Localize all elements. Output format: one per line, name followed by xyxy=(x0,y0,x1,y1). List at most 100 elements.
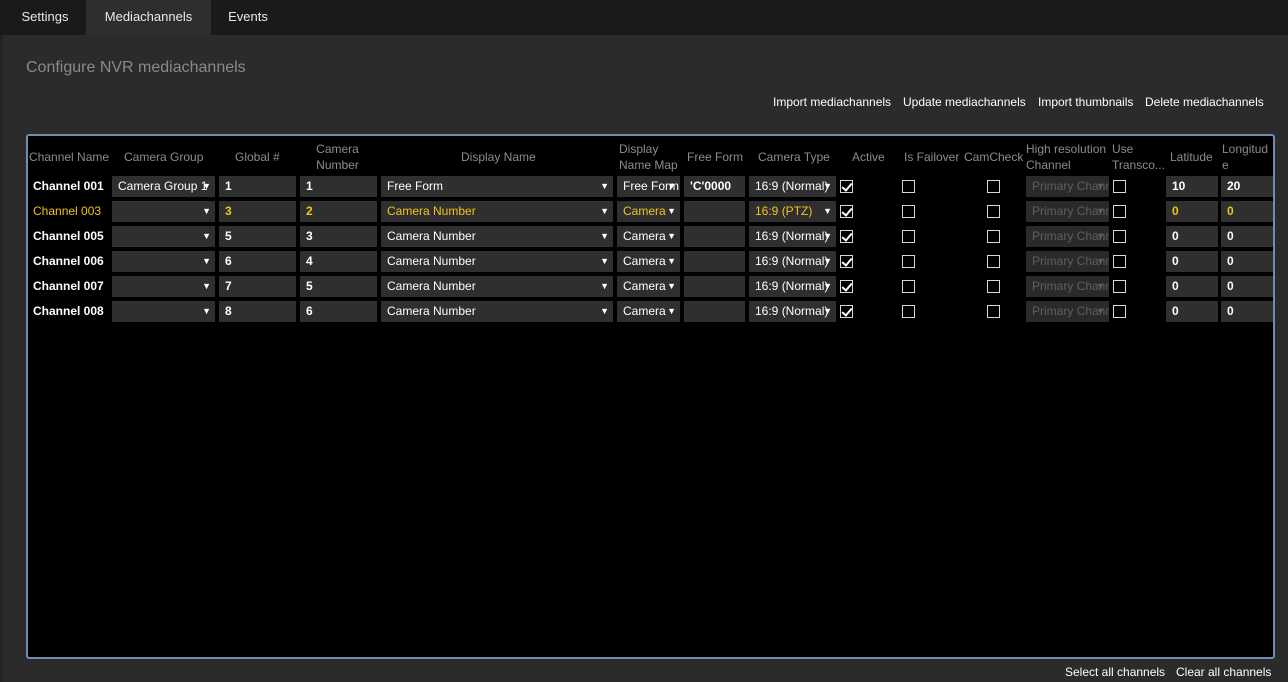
tab-events[interactable]: Events xyxy=(211,0,285,35)
latitude-input[interactable]: 0 xyxy=(1166,301,1218,322)
display-name-map-select[interactable]: Free Form ▼ xyxy=(617,176,680,197)
free-form-input[interactable] xyxy=(684,301,745,322)
delete-mediachannels-button[interactable]: Delete mediachannels xyxy=(1145,95,1264,111)
global-number-input[interactable]: 7 xyxy=(219,276,296,297)
free-form-input[interactable] xyxy=(684,276,745,297)
display-name-select[interactable]: Camera Number ▼ xyxy=(381,276,613,297)
active-checkbox[interactable] xyxy=(840,205,853,218)
table-row[interactable]: Channel 007 ▼ 7 5 Camera Number ▼ Camera ▼ 16:9 … xyxy=(28,276,1273,297)
use-transcoding-checkbox[interactable] xyxy=(1113,280,1126,293)
camera-number-input[interactable]: 5 xyxy=(300,276,377,297)
camera-group-select[interactable]: Camera Group 1 ▼ xyxy=(112,176,215,197)
longitude-input[interactable]: 0 xyxy=(1221,276,1273,297)
high-resolution-channel-select[interactable]: Primary Channel▼ xyxy=(1026,276,1109,297)
longitude-input[interactable]: 0 xyxy=(1221,251,1273,272)
camera-number-input[interactable]: 2 xyxy=(300,201,377,222)
table-row[interactable]: Channel 005 ▼ 5 3 Camera Number ▼ Camera ▼ 16:9 … xyxy=(28,226,1273,247)
display-name-map-select[interactable]: Camera ▼ xyxy=(617,251,680,272)
col-header-use-transcoding[interactable]: Use Transco... xyxy=(1112,141,1165,173)
camcheck-checkbox[interactable] xyxy=(987,280,1000,293)
high-resolution-channel-select[interactable]: Primary Channel▼ xyxy=(1026,226,1109,247)
global-number-input[interactable]: 8 xyxy=(219,301,296,322)
table-row[interactable]: Channel 008 ▼ 8 6 Camera Number ▼ Camera ▼ 16:9 … xyxy=(28,301,1273,322)
col-header-camera-number[interactable]: Camera Number xyxy=(300,141,375,173)
camcheck-checkbox[interactable] xyxy=(987,255,1000,268)
active-checkbox[interactable] xyxy=(840,180,853,193)
camera-number-input[interactable]: 1 xyxy=(300,176,377,197)
camera-group-select[interactable]: ▼ xyxy=(112,226,215,247)
col-header-camcheck[interactable]: CamCheck xyxy=(964,149,1023,165)
high-resolution-channel-select[interactable]: Primary Channel▼ xyxy=(1026,201,1109,222)
table-row[interactable]: Channel 006 ▼ 6 4 Camera Number ▼ Camera ▼ 16:9 … xyxy=(28,251,1273,272)
latitude-input[interactable]: 0 xyxy=(1166,201,1218,222)
free-form-input[interactable]: 'C'0000 xyxy=(684,176,745,197)
active-checkbox[interactable] xyxy=(840,280,853,293)
col-header-display-name-map[interactable]: Display Name Map xyxy=(619,141,678,173)
col-header-active[interactable]: Active xyxy=(852,149,885,165)
col-header-high-resolution-channel[interactable]: High resolution Channel xyxy=(1026,141,1106,173)
display-name-map-select[interactable]: Camera ▼ xyxy=(617,226,680,247)
display-name-select[interactable]: Camera Number ▼ xyxy=(381,301,613,322)
camera-number-input[interactable]: 6 xyxy=(300,301,377,322)
latitude-input[interactable]: 10 xyxy=(1166,176,1218,197)
camera-type-select[interactable]: 16:9 (Normal) ▼ xyxy=(749,226,836,247)
free-form-input[interactable] xyxy=(684,201,745,222)
camera-type-select[interactable]: 16:9 (Normal) ▼ xyxy=(749,176,836,197)
import-mediachannels-button[interactable]: Import mediachannels xyxy=(773,95,891,111)
col-header-longitude[interactable]: Longitud e xyxy=(1222,141,1268,173)
col-header-free-form[interactable]: Free Form xyxy=(687,149,743,165)
tab-settings[interactable]: Settings xyxy=(5,0,85,35)
display-name-select[interactable]: Camera Number ▼ xyxy=(381,251,613,272)
tab-mediachannels[interactable]: Mediachannels xyxy=(86,0,211,35)
camera-group-select[interactable]: ▼ xyxy=(112,301,215,322)
camera-group-select[interactable]: ▼ xyxy=(112,251,215,272)
active-checkbox[interactable] xyxy=(840,230,853,243)
col-header-is-failover[interactable]: Is Failover xyxy=(904,149,959,165)
use-transcoding-checkbox[interactable] xyxy=(1113,230,1126,243)
global-number-input[interactable]: 1 xyxy=(219,176,296,197)
is-failover-checkbox[interactable] xyxy=(902,255,915,268)
display-name-select[interactable]: Free Form ▼ xyxy=(381,176,613,197)
table-row[interactable]: Channel 003 ▼ 3 2 Camera Number ▼ Camera ▼ 16:9 … xyxy=(28,201,1273,222)
col-header-latitude[interactable]: Latitude xyxy=(1170,149,1213,165)
camera-group-select[interactable]: ▼ xyxy=(112,201,215,222)
import-thumbnails-button[interactable]: Import thumbnails xyxy=(1038,95,1133,111)
use-transcoding-checkbox[interactable] xyxy=(1113,305,1126,318)
display-name-select[interactable]: Camera Number ▼ xyxy=(381,226,613,247)
col-header-global-num[interactable]: Global # xyxy=(235,149,280,165)
is-failover-checkbox[interactable] xyxy=(902,305,915,318)
use-transcoding-checkbox[interactable] xyxy=(1113,205,1126,218)
global-number-input[interactable]: 3 xyxy=(219,201,296,222)
camera-type-select[interactable]: 16:9 (PTZ) ▼ xyxy=(749,201,836,222)
select-all-channels-button[interactable]: Select all channels xyxy=(1065,665,1165,679)
display-name-map-select[interactable]: Camera ▼ xyxy=(617,301,680,322)
camcheck-checkbox[interactable] xyxy=(987,205,1000,218)
is-failover-checkbox[interactable] xyxy=(902,180,915,193)
longitude-input[interactable]: 0 xyxy=(1221,226,1273,247)
display-name-select[interactable]: Camera Number ▼ xyxy=(381,201,613,222)
camera-type-select[interactable]: 16:9 (Normal) ▼ xyxy=(749,276,836,297)
longitude-input[interactable]: 0 xyxy=(1221,301,1273,322)
is-failover-checkbox[interactable] xyxy=(902,230,915,243)
high-resolution-channel-select[interactable]: Primary Channel▼ xyxy=(1026,301,1109,322)
longitude-input[interactable]: 0 xyxy=(1221,201,1273,222)
update-mediachannels-button[interactable]: Update mediachannels xyxy=(903,95,1026,111)
camcheck-checkbox[interactable] xyxy=(987,180,1000,193)
is-failover-checkbox[interactable] xyxy=(902,280,915,293)
active-checkbox[interactable] xyxy=(840,305,853,318)
camera-number-input[interactable]: 3 xyxy=(300,226,377,247)
is-failover-checkbox[interactable] xyxy=(902,205,915,218)
high-resolution-channel-select[interactable]: Primary Channel▼ xyxy=(1026,251,1109,272)
camcheck-checkbox[interactable] xyxy=(987,305,1000,318)
col-header-display-name[interactable]: Display Name xyxy=(461,149,536,165)
free-form-input[interactable] xyxy=(684,251,745,272)
camera-type-select[interactable]: 16:9 (Normal) ▼ xyxy=(749,301,836,322)
latitude-input[interactable]: 0 xyxy=(1166,226,1218,247)
use-transcoding-checkbox[interactable] xyxy=(1113,180,1126,193)
longitude-input[interactable]: 20 xyxy=(1221,176,1273,197)
free-form-input[interactable] xyxy=(684,226,745,247)
col-header-camera-group[interactable]: Camera Group xyxy=(124,149,203,165)
use-transcoding-checkbox[interactable] xyxy=(1113,255,1126,268)
col-header-channel-name[interactable]: Channel Name xyxy=(29,149,109,165)
display-name-map-select[interactable]: Camera ▼ xyxy=(617,276,680,297)
